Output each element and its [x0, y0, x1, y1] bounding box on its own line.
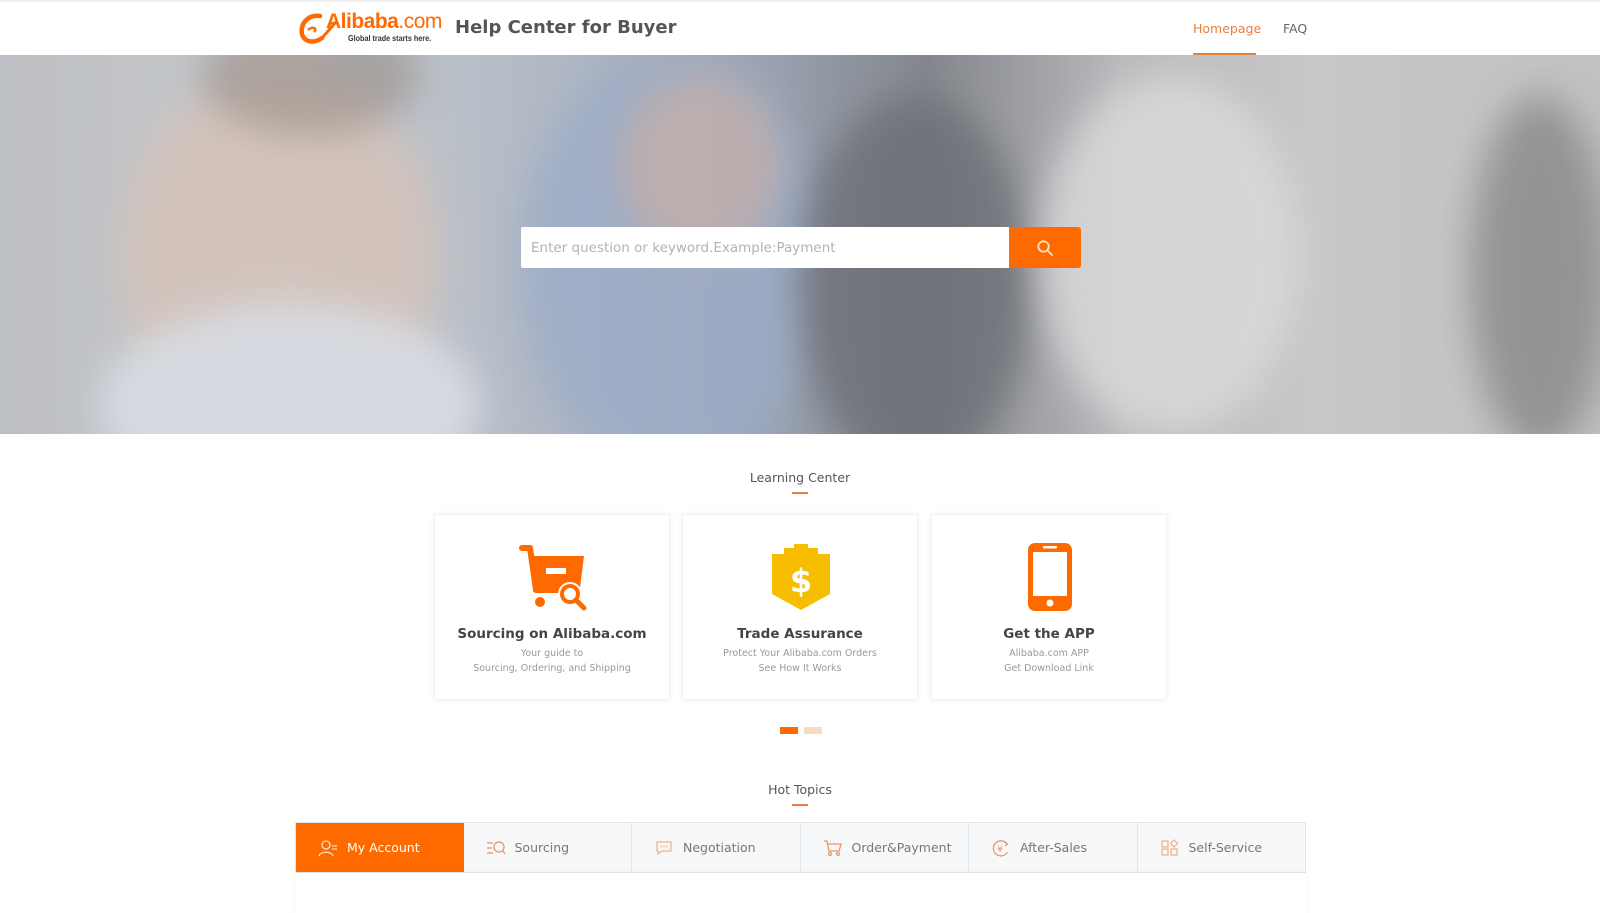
svg-text:$: $: [790, 562, 812, 600]
learning-center-underline: [792, 492, 808, 494]
tab-label: My Account: [347, 840, 420, 855]
hot-topics-content-panel: [295, 873, 1306, 913]
top-header: Alibaba.com Global trade starts here. He…: [0, 0, 1600, 56]
tab-negotiation[interactable]: Negotiation: [632, 823, 801, 872]
tab-my-account[interactable]: My Account: [296, 823, 464, 872]
tab-self-service[interactable]: Self-Service: [1138, 823, 1306, 872]
card-title: Get the APP: [1003, 626, 1095, 642]
learning-center-heading: Learning Center: [749, 470, 851, 485]
sourcing-search-icon: [486, 839, 506, 857]
page-title: Help Center for Buyer: [455, 17, 677, 38]
cart-search-icon: [519, 545, 587, 611]
tab-label: Order&Payment: [851, 840, 952, 855]
nav-faq[interactable]: FAQ: [1283, 21, 1307, 36]
carousel-dot-active[interactable]: [780, 727, 798, 734]
card-description-line: Protect Your Alibaba.com Orders: [723, 648, 877, 659]
search-icon: [1037, 239, 1053, 256]
tab-label: Negotiation: [683, 840, 756, 855]
hot-topics-heading: Hot Topics: [768, 782, 832, 797]
card-title: Trade Assurance: [737, 626, 863, 642]
cart-icon: [823, 839, 843, 857]
tab-label: Self-Service: [1188, 840, 1263, 855]
card-sourcing[interactable]: Sourcing on Alibaba.com Your guide to So…: [434, 514, 670, 700]
card-description-line: Sourcing, Ordering, and Shipping: [473, 663, 631, 674]
nav-homepage[interactable]: Homepage: [1193, 21, 1261, 36]
card-description-line: Your guide to: [520, 648, 584, 659]
hot-topics-tabs: My Account Sourcing Negotiation Order&Pa…: [295, 822, 1306, 873]
mobile-phone-icon: [1028, 543, 1072, 611]
grid-apps-icon: [1160, 838, 1180, 857]
hot-topics-underline: [792, 804, 808, 806]
logo-wordmark: Alibaba.com: [326, 10, 442, 33]
refund-yuan-icon: ¥: [991, 839, 1011, 857]
card-title: Sourcing on Alibaba.com: [457, 626, 647, 642]
trade-assurance-shield-icon: $: [772, 544, 830, 610]
tab-label: After-Sales: [1020, 840, 1087, 855]
carousel-dot[interactable]: [804, 727, 822, 734]
tab-order-payment[interactable]: Order&Payment: [801, 823, 969, 872]
chat-bubble-icon: [654, 839, 674, 857]
svg-text:¥: ¥: [997, 845, 1003, 855]
card-get-app[interactable]: Get the APP Alibaba.com APP Get Download…: [931, 514, 1167, 700]
card-description-line: Alibaba.com APP: [1009, 648, 1089, 659]
search-bar: [521, 227, 1081, 268]
alibaba-logo[interactable]: Alibaba.com Global trade starts here.: [298, 10, 442, 46]
tab-label: Sourcing: [514, 840, 570, 855]
card-trade-assurance[interactable]: $ Trade Assurance Protect Your Alibaba.c…: [682, 514, 918, 700]
search-input[interactable]: [521, 227, 1009, 268]
tab-sourcing[interactable]: Sourcing: [464, 823, 632, 872]
search-button[interactable]: [1009, 227, 1081, 268]
logo-tagline: Global trade starts here.: [348, 33, 432, 43]
tab-after-sales[interactable]: ¥ After-Sales: [969, 823, 1138, 872]
card-description-line: See How It Works: [758, 663, 842, 674]
user-icon: [318, 839, 338, 857]
card-description-line: Get Download Link: [1004, 663, 1094, 674]
